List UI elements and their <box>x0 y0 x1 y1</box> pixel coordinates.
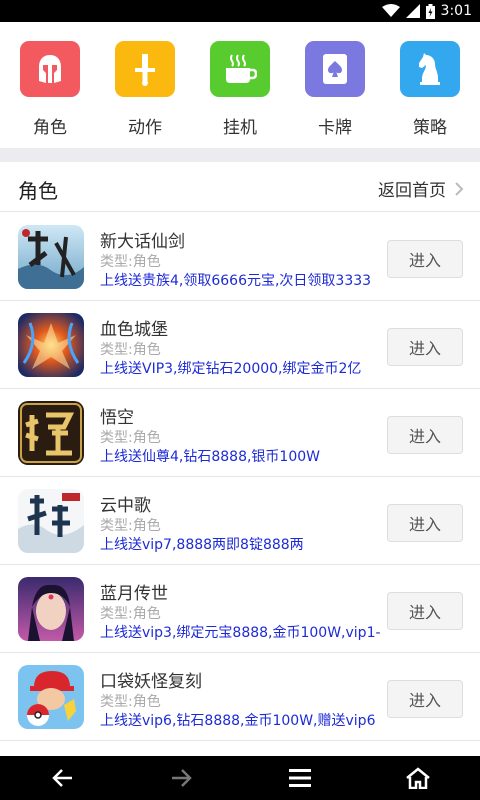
game-type: 类型:角色 <box>100 342 161 358</box>
game-icon <box>18 313 84 377</box>
home-button[interactable] <box>388 756 448 800</box>
game-icon <box>18 225 84 289</box>
coffee-cup-icon <box>210 41 270 97</box>
chevron-right-icon <box>455 181 464 196</box>
list-item[interactable]: 血色城堡 类型:角色 上线送VIP3,绑定钻石20000,绑定金币2亿 进入 <box>0 301 480 389</box>
back-home-link[interactable]: 返回首页 <box>378 176 464 201</box>
category-label: 卡牌 <box>318 118 352 138</box>
clock: 3:01 <box>440 3 472 19</box>
game-icon <box>18 665 84 729</box>
list-item[interactable]: 悟空 类型:角色 上线送仙尊4,钻石8888,银币100W 进入 <box>0 389 480 477</box>
chess-knight-icon <box>400 41 460 97</box>
game-name: 新大话仙剑 <box>100 232 185 252</box>
menu-button[interactable] <box>270 756 330 800</box>
bottom-nav-bar <box>0 756 480 800</box>
game-type: 类型:角色 <box>100 518 161 534</box>
game-type: 类型:角色 <box>100 430 161 446</box>
sword-icon <box>115 41 175 97</box>
category-card[interactable]: 卡牌 <box>287 41 383 138</box>
game-type: 类型:角色 <box>100 254 161 270</box>
category-label: 角色 <box>33 118 67 138</box>
category-label: 挂机 <box>223 118 257 138</box>
enter-button[interactable]: 进入 <box>387 504 463 542</box>
back-home-label: 返回首页 <box>378 181 446 201</box>
category-action[interactable]: 动作 <box>97 41 193 138</box>
arrow-right-icon <box>172 769 192 787</box>
list-item[interactable]: 云中歌 类型:角色 上线送vip7,8888两即8锭888两 进入 <box>0 477 480 565</box>
game-icon <box>18 577 84 641</box>
signal-icon <box>405 4 420 18</box>
home-icon <box>406 767 430 789</box>
enter-button[interactable]: 进入 <box>387 328 463 366</box>
game-promo: 上线送贵族4,领取6666元宝,次日领取3333 <box>100 273 372 289</box>
game-name: 悟空 <box>100 408 134 428</box>
status-bar: 3:01 <box>0 0 480 22</box>
enter-button[interactable]: 进入 <box>387 592 463 630</box>
game-name: 蓝月传世 <box>100 584 168 604</box>
game-name: 血色城堡 <box>100 320 168 340</box>
list-item[interactable]: 蓝月传世 类型:角色 上线送vip3,绑定元宝8888,金币100W,vip1-… <box>0 565 480 653</box>
game-name: 云中歌 <box>100 496 151 516</box>
enter-button[interactable]: 进入 <box>387 416 463 454</box>
game-icon <box>18 489 84 553</box>
divider-band <box>0 148 480 162</box>
arrow-left-icon <box>52 769 72 787</box>
list-item[interactable]: 口袋妖怪复刻 类型:角色 上线送vip6,钻石8888,金币100W,赠送vip… <box>0 653 480 741</box>
enter-button[interactable]: 进入 <box>387 680 463 718</box>
list-item[interactable]: 新大话仙剑 类型:角色 上线送贵族4,领取6666元宝,次日领取3333 进入 <box>0 213 480 301</box>
category-strategy[interactable]: 策略 <box>382 41 478 138</box>
game-promo: 上线送VIP3,绑定钻石20000,绑定金币2亿 <box>100 361 362 377</box>
enter-button[interactable]: 进入 <box>387 240 463 278</box>
category-idle[interactable]: 挂机 <box>192 41 288 138</box>
section-header: 角色 返回首页 <box>0 162 480 212</box>
game-list: 新大话仙剑 类型:角色 上线送贵族4,领取6666元宝,次日领取3333 进入 … <box>0 213 480 741</box>
back-arrow-button[interactable] <box>33 756 93 800</box>
game-type: 类型:角色 <box>100 694 161 710</box>
game-name: 口袋妖怪复刻 <box>100 672 202 692</box>
category-row: 角色 动作 挂机 卡牌 策略 <box>0 22 480 148</box>
helmet-icon <box>20 41 80 97</box>
forward-arrow-button[interactable] <box>151 756 211 800</box>
section-title: 角色 <box>18 179 58 203</box>
game-promo: 上线送vip7,8888两即8锭888两 <box>100 537 304 553</box>
spade-card-icon <box>305 41 365 97</box>
battery-icon <box>425 3 435 19</box>
menu-icon <box>289 769 311 787</box>
category-role[interactable]: 角色 <box>2 41 98 138</box>
category-label: 动作 <box>128 118 162 138</box>
game-promo: 上线送仙尊4,钻石8888,银币100W <box>100 449 321 465</box>
category-label: 策略 <box>413 118 447 138</box>
game-promo: 上线送vip6,钻石8888,金币100W,赠送vip6 <box>100 713 376 729</box>
game-promo: 上线送vip3,绑定元宝8888,金币100W,vip1- <box>100 625 381 641</box>
game-type: 类型:角色 <box>100 606 161 622</box>
wifi-icon <box>381 4 400 17</box>
game-icon <box>18 401 84 465</box>
